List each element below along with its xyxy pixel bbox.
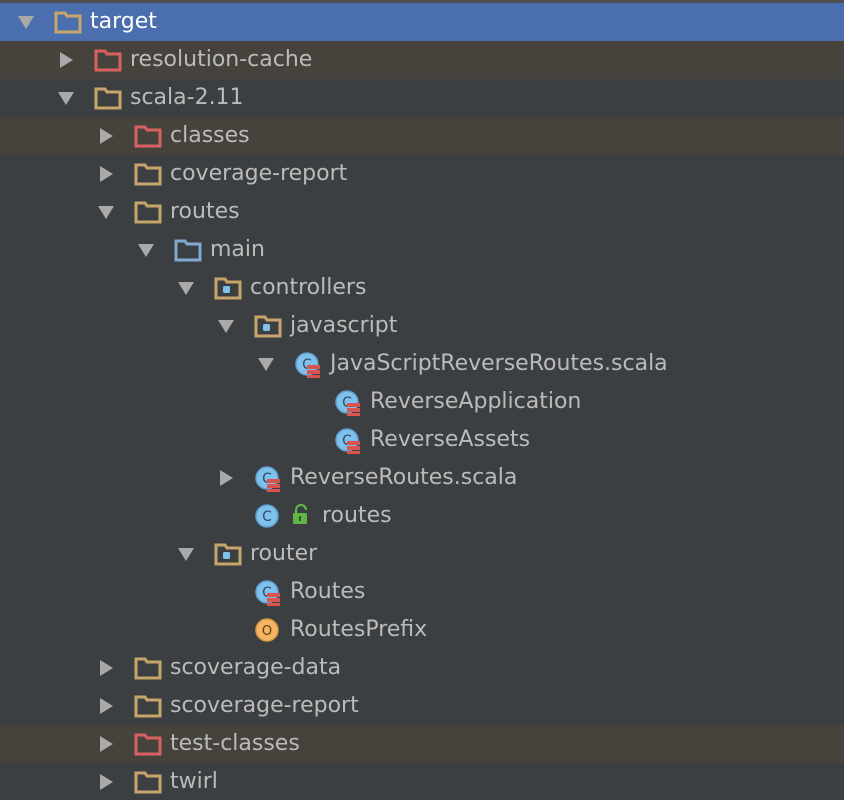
collapsed-arrow-icon[interactable] <box>216 468 236 488</box>
collapsed-arrow-icon[interactable] <box>96 696 116 716</box>
tree-node[interactable]: C ReverseApplication <box>0 383 844 421</box>
tree-node[interactable]: classes <box>0 117 844 155</box>
expanded-arrow-icon[interactable] <box>216 316 236 336</box>
excluded-folder-icon <box>134 731 162 757</box>
scala-file-icon: C <box>294 351 322 378</box>
tree-node-label: Routes <box>290 579 366 604</box>
tree-node-label: twirl <box>170 769 218 794</box>
tree-node[interactable]: javascript <box>0 307 844 345</box>
collapsed-arrow-icon[interactable] <box>96 126 116 146</box>
svg-text:C: C <box>262 509 272 525</box>
tree-node-label: main <box>210 237 265 262</box>
tree-node-label: javascript <box>290 313 398 338</box>
folder-icon <box>134 161 162 187</box>
folder-icon <box>134 199 162 225</box>
unlock-icon <box>290 503 314 527</box>
tree-node[interactable]: resolution-cache <box>0 41 844 79</box>
tree-node-label: routes <box>322 503 392 528</box>
tree-node-label: coverage-report <box>170 161 348 186</box>
tree-node[interactable]: scoverage-data <box>0 649 844 687</box>
tree-node[interactable]: scoverage-report <box>0 687 844 725</box>
folder-icon <box>134 693 162 719</box>
scala-file-icon: C <box>254 465 282 492</box>
scala-class-icon: C <box>254 579 282 606</box>
package-icon <box>254 313 282 339</box>
excluded-folder-icon <box>94 47 122 73</box>
package-icon <box>214 275 242 301</box>
tree-node-label: controllers <box>250 275 367 300</box>
tree-node-label: ReverseAssets <box>370 427 531 452</box>
folder-icon <box>94 85 122 111</box>
object-icon: O <box>254 617 282 643</box>
tree-node-label: classes <box>170 123 250 148</box>
tree-node-label: scoverage-data <box>170 655 342 680</box>
expanded-arrow-icon[interactable] <box>56 88 76 108</box>
tree-node[interactable]: scala-2.11 <box>0 79 844 117</box>
tree-node-label: test-classes <box>170 731 300 756</box>
tree-node[interactable]: C ReverseAssets <box>0 421 844 459</box>
expanded-arrow-icon[interactable] <box>256 354 276 374</box>
project-tree: target resolution-cache scala-2.11 classes c… <box>0 0 844 800</box>
tree-node-label: scala-2.11 <box>130 85 244 110</box>
expanded-arrow-icon[interactable] <box>96 202 116 222</box>
tree-node[interactable]: C ReverseRoutes.scala <box>0 459 844 497</box>
tree-node-label: router <box>250 541 318 566</box>
tree-node-label: ReverseApplication <box>370 389 582 414</box>
expanded-arrow-icon[interactable] <box>176 544 196 564</box>
tree-node[interactable]: routes <box>0 193 844 231</box>
tree-node[interactable]: target <box>0 3 844 41</box>
expanded-arrow-icon[interactable] <box>176 278 196 298</box>
excluded-folder-icon <box>134 123 162 149</box>
source-folder-icon <box>174 237 202 263</box>
tree-node-label: scoverage-report <box>170 693 359 718</box>
tree-node[interactable]: coverage-report <box>0 155 844 193</box>
collapsed-arrow-icon[interactable] <box>96 164 116 184</box>
scala-class-icon: C <box>334 389 362 416</box>
tree-node-label: resolution-cache <box>130 47 313 72</box>
folder-icon <box>134 655 162 681</box>
package-icon <box>214 541 242 567</box>
tree-node[interactable]: O RoutesPrefix <box>0 611 844 649</box>
tree-node-label: ReverseRoutes.scala <box>290 465 518 490</box>
tree-node-label: target <box>90 9 157 34</box>
tree-node[interactable]: test-classes <box>0 725 844 763</box>
collapsed-arrow-icon[interactable] <box>96 734 116 754</box>
svg-text:O: O <box>262 624 272 639</box>
folder-icon <box>54 9 82 35</box>
tree-node-label: routes <box>170 199 240 224</box>
tree-node[interactable]: main <box>0 231 844 269</box>
collapsed-arrow-icon[interactable] <box>56 50 76 70</box>
tree-node[interactable]: controllers <box>0 269 844 307</box>
collapsed-arrow-icon[interactable] <box>96 772 116 792</box>
expanded-arrow-icon[interactable] <box>16 12 36 32</box>
collapsed-arrow-icon[interactable] <box>96 658 116 678</box>
tree-node[interactable]: Croutes <box>0 497 844 535</box>
tree-node-label: JavaScriptReverseRoutes.scala <box>330 351 668 376</box>
tree-node[interactable]: router <box>0 535 844 573</box>
expanded-arrow-icon[interactable] <box>136 240 156 260</box>
tree-node[interactable]: C Routes <box>0 573 844 611</box>
folder-icon <box>134 769 162 795</box>
class-icon: C <box>254 503 282 529</box>
tree-node-label: RoutesPrefix <box>290 617 428 642</box>
tree-node[interactable]: C JavaScriptReverseRoutes.scala <box>0 345 844 383</box>
tree-node[interactable]: twirl <box>0 763 844 800</box>
scala-class-icon: C <box>334 427 362 454</box>
